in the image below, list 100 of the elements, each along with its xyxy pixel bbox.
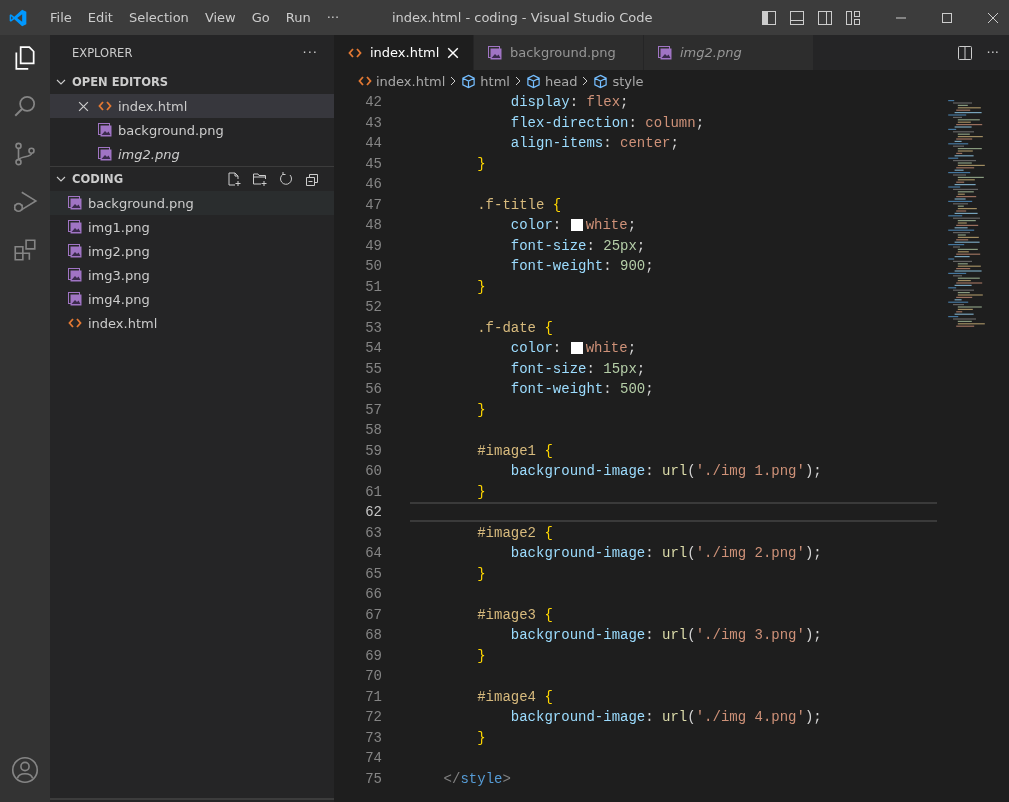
line-number: 65	[364, 565, 382, 582]
refresh-icon[interactable]	[278, 171, 294, 187]
close-icon[interactable]	[987, 11, 999, 24]
css-selector: .f-title	[476, 196, 545, 213]
tag-bracket: >	[502, 770, 511, 787]
breadcrumb[interactable]: style	[593, 73, 644, 89]
punctuation: (	[687, 627, 696, 644]
line-number: 71	[364, 688, 382, 705]
punctuation: );	[804, 463, 822, 480]
new-file-icon[interactable]	[226, 171, 242, 187]
editor-tab[interactable]: index.html	[334, 35, 474, 70]
account-icon[interactable]	[11, 756, 39, 784]
value-text: flex	[586, 94, 621, 111]
value-text: column	[645, 114, 696, 131]
brace: }	[476, 565, 486, 582]
line-number: 55	[364, 360, 382, 377]
explorer-entry[interactable]: img3.png	[50, 263, 334, 287]
color-swatch[interactable]	[570, 219, 583, 232]
explorer-entry[interactable]: index.html	[50, 311, 334, 335]
image-file-icon	[68, 244, 82, 258]
close-icon[interactable]	[78, 100, 89, 112]
more-actions-button[interactable]: ···	[302, 45, 318, 60]
image-file-icon	[488, 45, 502, 60]
line-number: 56	[364, 381, 382, 398]
value-text: './img 4.png'	[695, 709, 805, 726]
chevron-icon[interactable]	[56, 174, 66, 184]
menu-item[interactable]: ···	[318, 10, 348, 25]
explorer-entry[interactable]: index.html	[50, 94, 334, 118]
explorer-entry[interactable]: img4.png	[50, 287, 334, 311]
editor-tab[interactable]: background.png	[474, 35, 644, 70]
punctuation: :	[603, 258, 613, 275]
brace: }	[476, 483, 486, 500]
html-file-icon	[98, 100, 112, 112]
line-number: 51	[364, 278, 382, 295]
punctuation: :	[552, 340, 563, 357]
extensions-icon[interactable]	[12, 237, 38, 263]
line-number: 59	[364, 442, 382, 459]
punctuation: :	[586, 360, 596, 377]
breadcrumb[interactable]: head	[525, 73, 578, 89]
section-title[interactable]: OPEN EDITORS	[72, 75, 169, 89]
explorer-entry[interactable]: img2.png	[50, 142, 334, 166]
files-icon[interactable]	[12, 45, 38, 71]
explorer-entry[interactable]: background.png	[50, 118, 334, 142]
menu-item[interactable]: Edit	[79, 10, 121, 25]
new-folder-icon[interactable]	[252, 171, 268, 187]
split-editor-icon[interactable]	[956, 44, 973, 61]
punctuation: ;	[670, 135, 679, 152]
image-file-icon	[68, 220, 82, 234]
punctuation: :	[645, 463, 655, 480]
brace: {	[544, 524, 553, 541]
css-selector: #image3	[476, 606, 537, 623]
explorer-entry[interactable]: img2.png	[50, 239, 334, 263]
menu-item[interactable]: Run	[277, 10, 319, 25]
menu-item[interactable]: File	[42, 10, 80, 25]
punctuation: :	[603, 381, 613, 398]
explorer-entry[interactable]: background.png	[50, 191, 334, 215]
value-text: white	[585, 340, 628, 357]
punctuation: :	[628, 114, 638, 131]
line-number: 46	[364, 176, 382, 193]
image-file-icon	[98, 147, 112, 161]
punctuation: );	[804, 627, 822, 644]
number-value: 15px	[603, 360, 637, 377]
section-title[interactable]: CODING	[72, 172, 124, 186]
menu-item[interactable]: Selection	[120, 10, 197, 25]
breadcrumb[interactable]: index.html	[358, 73, 446, 89]
brace: {	[544, 319, 553, 336]
property-name: color	[509, 217, 553, 234]
sidebar-layout-icon[interactable]	[761, 9, 777, 26]
color-swatch[interactable]	[570, 342, 583, 355]
line-number: 50	[364, 258, 382, 275]
line-number: 63	[364, 524, 382, 541]
line-number: 75	[364, 770, 382, 787]
punctuation: ;	[627, 217, 637, 234]
punctuation: (	[687, 709, 696, 726]
more-actions-button[interactable]: ···	[986, 45, 999, 60]
image-file-icon	[98, 123, 112, 137]
menu-item[interactable]: View	[196, 10, 244, 25]
source-control-icon[interactable]	[12, 141, 38, 167]
chevron-icon	[581, 75, 590, 87]
css-selector: .f-date	[476, 319, 537, 336]
customize-layout-icon[interactable]	[845, 9, 861, 26]
explorer-entry[interactable]: img1.png	[50, 215, 334, 239]
line-number: 61	[364, 483, 382, 500]
punctuation: ;	[636, 237, 646, 254]
chevron-icon[interactable]	[56, 77, 66, 87]
value-text: './img 3.png'	[695, 627, 805, 644]
breadcrumb[interactable]: html	[461, 73, 510, 89]
brace: }	[476, 729, 486, 746]
panel-layout-icon[interactable]	[789, 9, 805, 26]
menu-item[interactable]: Go	[243, 10, 278, 25]
punctuation: ;	[636, 360, 646, 377]
function-name: url	[662, 627, 688, 644]
collapse-all-icon[interactable]	[304, 171, 320, 187]
line-number: 74	[364, 750, 382, 767]
maximize-icon[interactable]	[941, 11, 953, 24]
editor-tab[interactable]: img2.png	[644, 35, 814, 70]
punctuation: );	[804, 545, 822, 562]
search-icon[interactable]	[12, 93, 38, 119]
split-layout-icon[interactable]	[817, 9, 833, 26]
run-debug-icon[interactable]	[12, 189, 38, 215]
